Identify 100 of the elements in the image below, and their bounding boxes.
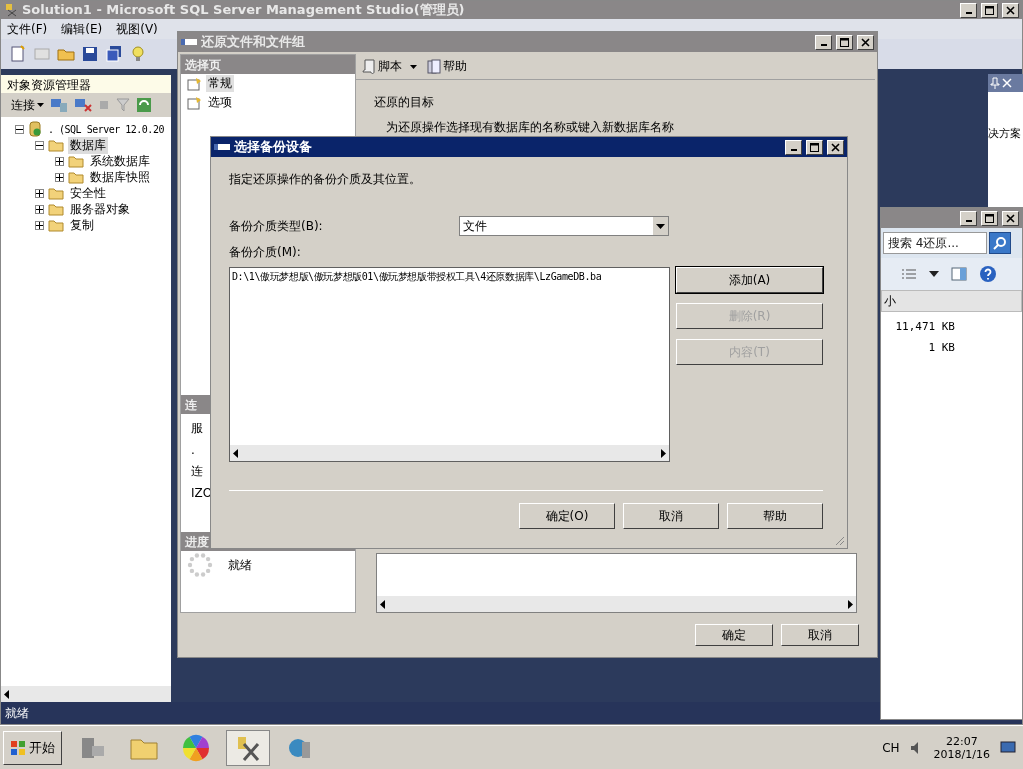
language-indicator[interactable]: CH [882,740,900,755]
help-icon[interactable] [979,265,997,283]
minimize-button[interactable] [785,139,802,155]
tree-item[interactable]: . (SQL Server 12.0.20 [46,123,166,135]
expand-toggle[interactable] [35,204,44,214]
close-button[interactable] [857,34,874,50]
action-button[interactable]: 添加(A) [676,267,823,293]
save-icon[interactable] [81,45,99,63]
refresh-icon[interactable] [136,97,152,113]
scroll-left-arrow[interactable] [3,689,11,699]
desktop-icon[interactable] [1000,740,1016,755]
dialog-button[interactable]: 确定(O) [519,503,615,529]
search-icon [993,236,1007,250]
minimize-button[interactable] [960,2,977,18]
resize-grip[interactable] [833,534,845,546]
expand-toggle[interactable] [35,140,44,150]
tree-item[interactable]: 数据库快照 [88,168,152,186]
maximize-button[interactable] [806,139,823,155]
close-button[interactable] [1002,2,1019,18]
window-box-icon [810,142,819,152]
close-icon [1006,213,1015,223]
close-button[interactable] [1002,210,1019,226]
expand-toggle[interactable] [55,156,64,166]
dialog-button[interactable]: 帮助 [727,503,823,529]
file-size: 11,471 KB [894,319,955,335]
folder-icon [48,202,64,216]
dialog-button[interactable]: 取消 [781,624,859,646]
maximize-button[interactable] [836,34,853,50]
menu-item[interactable]: 文件(F) [7,20,48,38]
column-header[interactable]: 小 [881,290,1022,312]
new-document-icon[interactable] [9,45,27,63]
scroll-right-arrow[interactable] [659,448,667,458]
list-item[interactable]: D:\1\傲玩梦想版\傲玩梦想版01\傲玩梦想版带授权工具\4还原数据库\LzGameDB.ba [232,270,667,284]
folder-icon [68,170,84,184]
scroll-right-arrow[interactable] [846,599,854,609]
connection-text: 服 [191,420,203,437]
window-icon [214,143,230,151]
scroll-left-arrow[interactable] [232,448,240,458]
plus-icon [36,189,43,197]
caret-icon [37,103,44,107]
clock[interactable]: 22:07 2018/1/16 [933,734,990,761]
expand-toggle[interactable] [15,124,24,134]
connect-dropdown[interactable]: 连接 [11,96,44,114]
save-all-icon[interactable] [105,45,123,63]
expand-toggle[interactable] [35,220,44,230]
start-button[interactable]: 开始 [3,730,62,765]
plus-icon [56,157,63,165]
minimize-button[interactable] [815,34,832,50]
media-list[interactable]: D:\1\傲玩梦想版\傲玩梦想版01\傲玩梦想版带授权工具\4还原数据库\LzGameDB.ba [229,267,670,462]
scrollbar[interactable] [230,445,669,461]
window-box-icon [985,213,994,223]
scrollbar[interactable] [1,686,171,702]
close-icon [1006,5,1015,15]
tree-item[interactable]: 数据库 [68,136,108,154]
app-icon [4,3,18,17]
preview-pane-icon[interactable] [951,267,967,281]
search-button[interactable] [989,232,1011,254]
page-item[interactable]: 选项 [206,94,234,111]
section-title: 还原的目标 [374,94,435,111]
tree-item[interactable]: 系统数据库 [88,152,152,170]
expand-toggle[interactable] [35,188,44,198]
minimize-button[interactable] [960,210,977,226]
close-icon[interactable] [1002,78,1012,88]
search-field[interactable]: 搜索 4还原... [883,232,987,254]
disconnect-icon[interactable] [74,97,92,113]
field-label: 备份介质类型(B): [229,217,324,235]
media-type-select[interactable]: 文件 [459,216,669,236]
lightbulb-icon[interactable] [129,45,147,63]
help-button[interactable]: 帮助 [427,58,467,75]
caret-icon[interactable] [929,271,939,277]
dialog-title: 还原文件和文件组 [201,33,306,51]
tools-icon[interactable] [226,729,270,766]
tree-item[interactable]: 复制 [68,216,96,234]
scroll-left-arrow[interactable] [379,599,387,609]
instruction-text: 指定还原操作的备份介质及其位置。 [229,171,422,188]
panel-title: 对象资源管理器 [1,75,171,93]
page-item[interactable]: 常规 [206,75,234,92]
windows-logo [10,739,26,756]
window-icon [181,38,197,46]
restore-button[interactable] [981,2,998,18]
menu-item[interactable]: 视图(V) [116,20,158,38]
hint-text: 为还原操作选择现有数据库的名称或键入新数据库名称 [385,119,675,136]
maximize-button[interactable] [981,210,998,226]
pin-icon[interactable] [990,77,1000,89]
connection-text: 连 [191,463,203,480]
menu-item[interactable]: 编辑(E) [61,20,103,38]
connection-text: . [191,443,195,457]
connect-icon[interactable] [50,97,68,113]
tree-item[interactable]: 服务器对象 [68,200,132,218]
dialog-button[interactable]: 确定 [695,624,773,646]
tree-item[interactable]: 安全性 [68,184,108,202]
script-dropdown[interactable]: 脚本 [362,58,417,75]
expand-toggle[interactable] [55,172,64,182]
window-box-icon [985,5,994,15]
close-button[interactable] [827,139,844,155]
scrollbar[interactable] [377,596,856,612]
dialog-button[interactable]: 取消 [623,503,719,529]
close-icon [831,142,840,152]
field-label: 备份介质(M): [229,244,302,261]
dialog-title: 选择备份设备 [234,138,313,156]
